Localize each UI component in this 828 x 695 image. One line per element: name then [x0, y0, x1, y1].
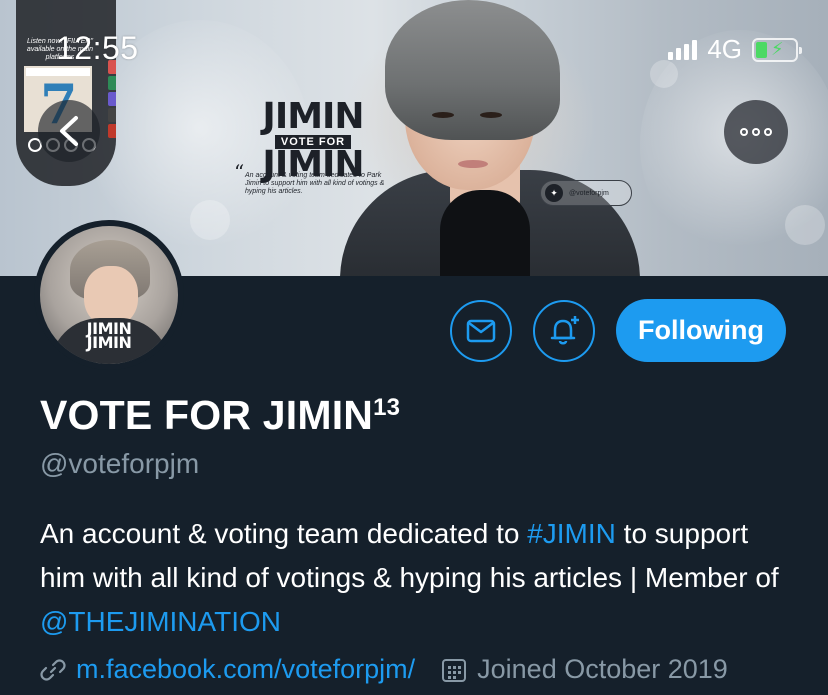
- banner-handle-pill: ✦ @voteforpjm: [540, 180, 632, 206]
- username: @voteforpjm: [40, 448, 200, 479]
- charging-bolt-icon: ⚡: [771, 38, 784, 59]
- network-type: 4G: [707, 34, 742, 64]
- avatar-logo-line2: JIMIN: [86, 333, 132, 352]
- bio-mention-link[interactable]: @THEJIMINATION: [40, 606, 281, 637]
- profile-meta: m.facebook.com/voteforpjm/ Joined Octobe…: [40, 654, 728, 685]
- display-name: VOTE FOR JIMIN13: [40, 392, 400, 439]
- banner-logo-top: JIMIN: [262, 96, 364, 137]
- display-name-suffix: 13: [373, 394, 401, 421]
- avatar-logo: JIMIN JIMIN: [40, 321, 178, 352]
- more-dot-icon: [752, 128, 760, 136]
- status-time: 12:55: [56, 30, 139, 66]
- bell-plus-icon: [550, 316, 579, 345]
- quote-mark-icon: “: [234, 160, 245, 184]
- more-dot-icon: [764, 128, 772, 136]
- twitter-bird-icon: ✦: [545, 184, 563, 202]
- calendar-icon: [442, 658, 467, 682]
- bio-text-1: An account & voting team dedicated to: [40, 518, 528, 549]
- joined-date: Joined October 2019: [477, 654, 728, 684]
- banner-decor: [785, 205, 825, 245]
- cellular-signal-icon: [668, 39, 698, 60]
- banner-portrait: [340, 0, 640, 276]
- status-indicators: 4G ⚡: [668, 34, 802, 65]
- back-button[interactable]: [38, 100, 100, 162]
- link-icon: [40, 658, 66, 681]
- banner-decor: [190, 200, 230, 240]
- chevron-left-icon: [60, 116, 78, 146]
- envelope-icon: [466, 319, 496, 343]
- profile-bio: An account & voting team dedicated to #J…: [40, 512, 800, 644]
- bio-hashtag-link[interactable]: #JIMIN: [527, 518, 616, 549]
- battery-icon: ⚡: [752, 37, 802, 62]
- banner-handle-text: @voteforpjm: [569, 189, 609, 197]
- pip-platform-strip: [108, 60, 116, 150]
- notifications-button[interactable]: [533, 300, 595, 362]
- message-button[interactable]: [450, 300, 512, 362]
- following-button[interactable]: Following: [616, 299, 786, 362]
- banner-logo: JIMIN VOTE FOR JIMIN: [248, 96, 378, 183]
- website-link[interactable]: m.facebook.com/voteforpjm/: [76, 654, 415, 685]
- more-options-button[interactable]: [724, 100, 788, 164]
- display-name-text: VOTE FOR JIMIN: [40, 392, 374, 438]
- banner-description: An account & voting team dedicated to Pa…: [245, 172, 385, 195]
- profile-avatar[interactable]: JIMIN JIMIN: [34, 220, 184, 370]
- more-dot-icon: [740, 128, 748, 136]
